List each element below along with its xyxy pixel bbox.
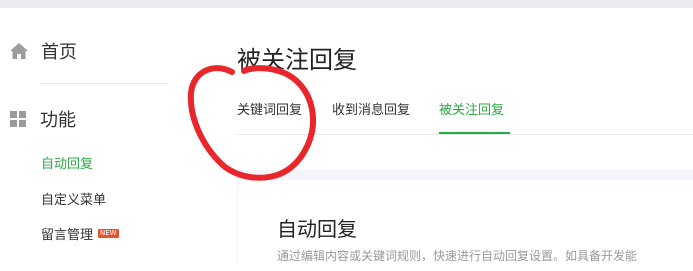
new-badge: NEW [98, 229, 119, 238]
card-title: 自动回复 [277, 217, 357, 241]
sidebar-item-comment-management[interactable]: 留言管理 NEW [41, 224, 119, 243]
sidebar-item-custom-menu[interactable]: 自定义菜单 [41, 189, 106, 208]
sidebar-item-label: 留言管理 [41, 228, 94, 243]
sidebar-item-auto-reply[interactable]: 自动回复 [41, 153, 93, 172]
tab-divider [237, 134, 693, 135]
grid-icon [9, 110, 27, 128]
sidebar-divider [40, 83, 168, 84]
tab-keyword-reply[interactable]: 关键词回复 [237, 99, 302, 118]
nav-home-label: 首页 [41, 42, 77, 63]
tab-bar: 关键词回复 收到消息回复 被关注回复 [237, 99, 693, 135]
card-description: 通过编辑内容或关键词规则，快速进行自动回复设置。如具备开发能 [277, 249, 638, 263]
nav-function-label: 功能 [40, 110, 76, 131]
page-title: 被关注回复 [237, 46, 357, 74]
sidebar: 首页 功能 自动回复 自定义菜单 留言管理 NEW [0, 0, 200, 263]
nav-home[interactable]: 首页 [9, 38, 77, 64]
tab-message-reply[interactable]: 收到消息回复 [332, 99, 410, 118]
nav-function[interactable]: 功能 [9, 106, 76, 132]
home-icon [9, 41, 29, 61]
tab-follow-reply[interactable]: 被关注回复 [439, 99, 504, 118]
